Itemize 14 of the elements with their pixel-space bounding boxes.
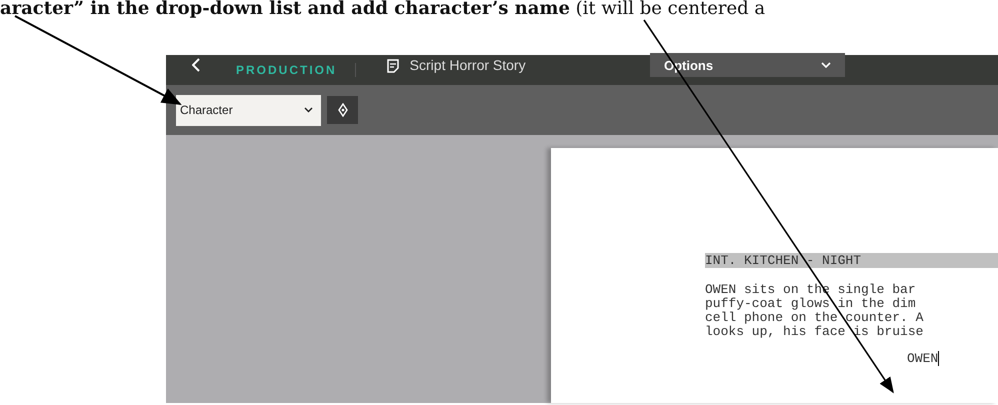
chevron-down-icon <box>821 62 831 68</box>
back-icon[interactable] <box>192 58 200 72</box>
character-name: OWEN <box>907 352 938 366</box>
element-type-dropdown[interactable]: Character <box>176 94 321 126</box>
document-title: Script Horror Story <box>410 57 526 73</box>
pen-button[interactable] <box>327 96 358 124</box>
chevron-down-icon <box>304 107 313 113</box>
pen-nib-icon <box>338 103 348 117</box>
options-dropdown[interactable]: Options <box>650 53 845 77</box>
text-cursor <box>938 351 940 366</box>
document-icon <box>386 59 400 73</box>
instruction-text: aracter” in the drop-down list and add character’s name (it will be centered a <box>0 0 766 20</box>
section-label: PRODUCTION <box>236 63 356 77</box>
scene-heading: INT. KITCHEN - NIGHT <box>705 253 998 268</box>
